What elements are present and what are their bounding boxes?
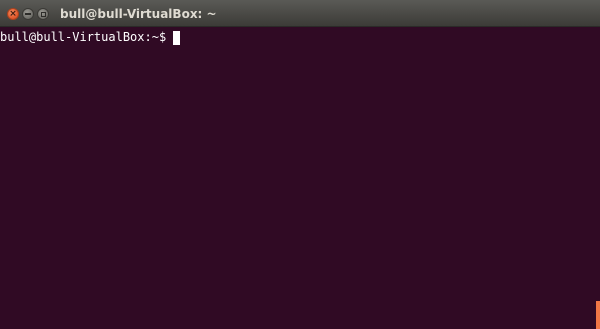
window-controls: × bbox=[7, 8, 49, 20]
scrollbar[interactable] bbox=[596, 27, 600, 329]
minimize-icon bbox=[25, 13, 31, 15]
window-title: bull@bull-VirtualBox: ~ bbox=[60, 7, 217, 21]
minimize-button[interactable] bbox=[22, 8, 34, 20]
close-button[interactable]: × bbox=[7, 8, 19, 20]
scrollbar-thumb[interactable] bbox=[596, 301, 600, 329]
close-icon: × bbox=[9, 8, 17, 19]
maximize-button[interactable] bbox=[37, 8, 49, 20]
title-bar[interactable]: × bull@bull-VirtualBox: ~ bbox=[0, 0, 600, 27]
text-cursor bbox=[173, 30, 181, 45]
prompt-text: bull@bull-VirtualBox:~$ bbox=[0, 30, 167, 44]
maximize-icon bbox=[40, 11, 46, 17]
terminal-window: × bull@bull-VirtualBox: ~ bull@bull-Virt… bbox=[0, 0, 600, 329]
terminal-area[interactable]: bull@bull-VirtualBox:~$ bbox=[0, 27, 596, 329]
prompt-line[interactable]: bull@bull-VirtualBox:~$ bbox=[0, 30, 181, 45]
